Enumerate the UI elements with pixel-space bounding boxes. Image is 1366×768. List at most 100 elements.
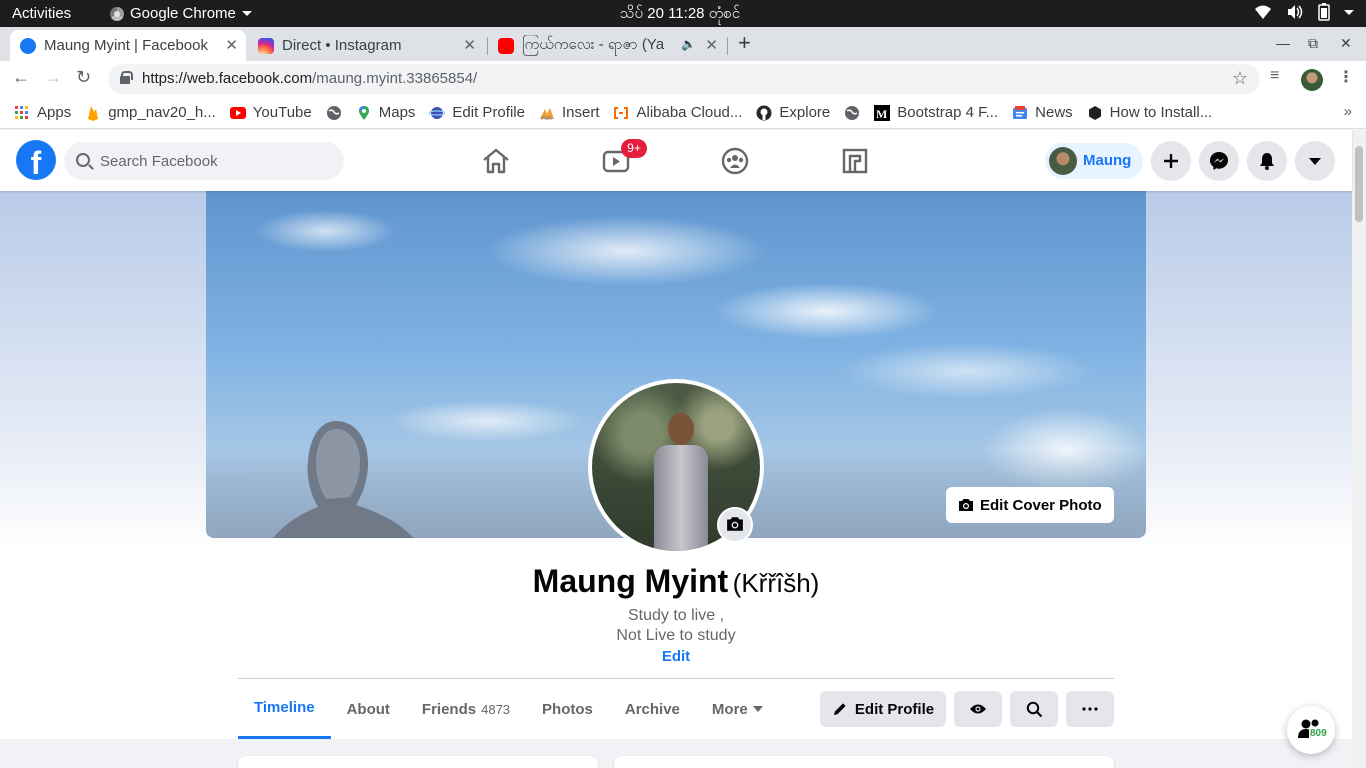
online-friends-button[interactable]: 809 [1287, 706, 1335, 754]
bookmark-star-icon[interactable]: ☆ [1232, 68, 1248, 89]
bookmark-edit-profile[interactable]: Edit Profile [429, 104, 525, 121]
lock-icon[interactable] [120, 71, 133, 84]
close-window-button[interactable]: ✕ [1340, 35, 1352, 52]
tab-archive[interactable]: Archive [609, 679, 696, 739]
bookmark-apps[interactable]: Apps [14, 104, 71, 121]
globe-icon [845, 105, 860, 120]
tab-about[interactable]: About [331, 679, 406, 739]
maximize-button[interactable]: ⧉ [1308, 35, 1318, 52]
edit-bio-link[interactable]: Edit [0, 648, 1352, 665]
medium-icon: M [874, 104, 891, 121]
svg-text:M: M [876, 107, 887, 121]
reload-button[interactable]: ↻ [76, 67, 91, 88]
bookmark-label: Insert [561, 104, 600, 121]
bio-line: Not Live to study [616, 627, 736, 644]
search-input[interactable] [100, 142, 330, 180]
chevron-down-icon [241, 11, 252, 16]
pencil-icon [833, 703, 846, 715]
tab-timeline[interactable]: Timeline [238, 679, 331, 739]
create-post-card [614, 756, 1114, 768]
edit-profile-button[interactable]: Edit Profile [820, 691, 946, 727]
tab-photos[interactable]: Photos [526, 679, 609, 739]
youtube-icon [498, 37, 514, 54]
profile-shortcut[interactable]: Maung [1045, 143, 1143, 179]
address-bar[interactable]: https://web.facebook.com/maung.myint.338… [108, 64, 1260, 94]
bookmark-label: Maps [378, 104, 416, 121]
scrollbar-thumb[interactable] [1355, 146, 1363, 222]
system-tray[interactable] [1254, 3, 1354, 21]
tab-instagram[interactable]: Direct • Instagram ✕ [248, 30, 484, 61]
more-bookmarks-icon[interactable]: » [1344, 103, 1352, 120]
messenger-button[interactable] [1199, 141, 1239, 181]
bookmark-label: gmp_nav20_h... [108, 104, 216, 121]
bookmark-insert[interactable]: PMA Insert [539, 104, 600, 121]
clock[interactable]: သိပ် 20 11:28 တုံစင် [620, 4, 740, 26]
tab-facebook[interactable]: Maung Myint | Facebook ✕ [10, 30, 246, 61]
facebook-logo-icon[interactable]: f [16, 140, 56, 180]
profile-name: Maung Myint (Křřîšh) [0, 563, 1352, 600]
bookmark-how-to-install[interactable]: How to Install... [1087, 104, 1212, 121]
scrollbar[interactable] [1352, 130, 1366, 768]
url-host: https://web.facebook.com [142, 70, 313, 87]
close-tab-icon[interactable]: ✕ [225, 36, 238, 54]
tab-separator [727, 37, 728, 55]
profile-shortcut-name: Maung [1083, 152, 1132, 169]
bookmark-globe[interactable] [326, 105, 342, 121]
bookmark-explore[interactable]: Explore [756, 104, 830, 121]
view-as-button[interactable] [954, 691, 1002, 727]
new-tab-button[interactable]: + [738, 32, 751, 54]
bookmark-youtube[interactable]: YouTube [229, 104, 312, 121]
search-bar[interactable] [64, 142, 344, 180]
notifications-button[interactable] [1247, 141, 1287, 181]
intro-card [238, 756, 598, 768]
volume-icon [1288, 5, 1303, 19]
minimize-button[interactable]: — [1276, 35, 1290, 51]
media-control-icon[interactable]: ≡ [1270, 67, 1279, 85]
bookmark-label: News [1035, 104, 1073, 121]
profile-name-text: Maung Myint [532, 563, 729, 599]
battery-icon [1318, 3, 1330, 21]
maps-pin-icon [358, 105, 369, 120]
update-profile-picture-button[interactable] [717, 507, 753, 543]
bell-icon [1260, 153, 1274, 170]
tab-label: Timeline [254, 699, 315, 716]
chrome-menu-icon[interactable]: ⋮ [1338, 67, 1354, 87]
app-menu[interactable]: Google Chrome [110, 5, 252, 22]
audio-playing-icon[interactable]: 🔈 [681, 37, 696, 51]
search-profile-button[interactable] [1010, 691, 1058, 727]
bookmark-globe-2[interactable] [844, 105, 860, 121]
home-icon[interactable] [480, 145, 512, 177]
edit-cover-photo-button[interactable]: Edit Cover Photo [946, 487, 1114, 523]
account-menu-button[interactable] [1295, 141, 1335, 181]
more-options-button[interactable] [1066, 691, 1114, 727]
gaming-icon[interactable] [839, 145, 871, 177]
bio-line: Study to live , [627, 607, 725, 624]
create-button[interactable] [1151, 141, 1191, 181]
facebook-header: f Maung [0, 130, 1352, 191]
close-tab-icon[interactable]: ✕ [463, 36, 476, 54]
bookmark-bootstrap[interactable]: M Bootstrap 4 F... [874, 104, 998, 121]
tab-friends[interactable]: Friends 4873 [406, 679, 526, 739]
tab-title: ကြယ်ကလေး - ရာဇာ (Ya [522, 35, 665, 53]
url-text[interactable]: https://web.facebook.com/maung.myint.338… [142, 70, 477, 87]
tab-youtube[interactable]: ကြယ်ကလေး - ရာဇာ (Ya 🔈 ✕ [488, 30, 726, 61]
bookmark-maps[interactable]: Maps [356, 104, 416, 121]
edit-cover-label: Edit Cover Photo [980, 496, 1102, 514]
groups-icon[interactable] [719, 145, 751, 177]
edit-bio-label[interactable]: Edit [662, 648, 690, 665]
online-friends-count: 809 [1309, 728, 1328, 739]
bookmark-gmp-nav[interactable]: gmp_nav20_h... [85, 104, 216, 121]
chrome-profile-avatar[interactable] [1301, 69, 1323, 91]
forward-button[interactable]: → [44, 67, 62, 88]
back-button[interactable]: ← [12, 67, 30, 88]
bookmark-alibaba[interactable]: Alibaba Cloud... [613, 104, 742, 121]
close-tab-icon[interactable]: ✕ [705, 36, 718, 54]
bookmark-news[interactable]: News [1012, 104, 1073, 121]
chrome-icon [110, 6, 124, 21]
activities-button[interactable]: Activities [12, 5, 71, 22]
tab-title: Direct • Instagram [282, 37, 402, 54]
edit-profile-label: Edit Profile [854, 700, 935, 718]
tab-more[interactable]: More [696, 679, 779, 739]
hooded-figure-image [273, 421, 414, 538]
tab-strip: Maung Myint | Facebook ✕ Direct • Instag… [0, 27, 1366, 61]
